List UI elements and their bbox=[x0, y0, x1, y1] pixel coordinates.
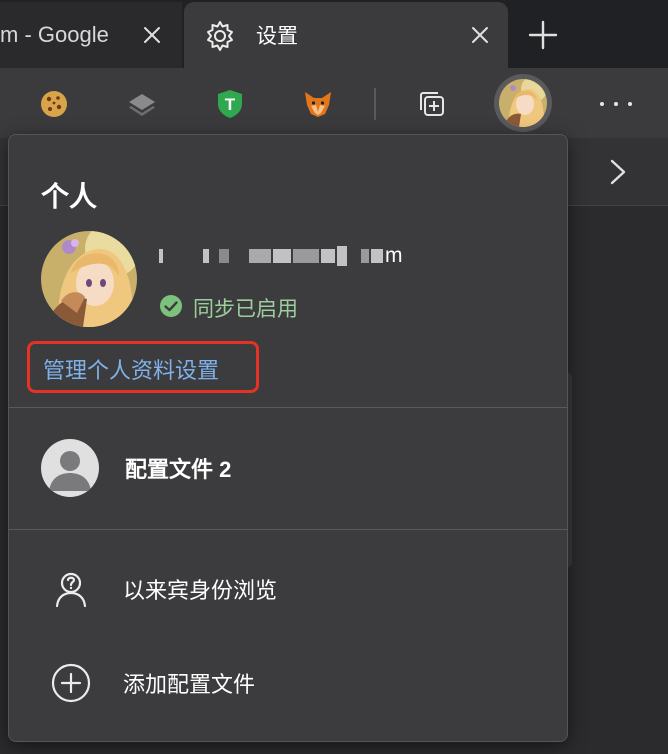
sync-status-text: 同步已启用 bbox=[193, 298, 298, 321]
profile-2-label: 配置文件 2 bbox=[125, 457, 232, 482]
tab-settings[interactable]: 设置 bbox=[184, 2, 508, 68]
layers-icon[interactable] bbox=[126, 88, 158, 120]
tab-title: m - Google bbox=[0, 22, 109, 47]
add-profile-item[interactable]: 添加配置文件 bbox=[49, 661, 255, 705]
dot bbox=[600, 102, 604, 106]
cookie-icon[interactable] bbox=[38, 88, 70, 120]
panel-heading: 个人 bbox=[41, 181, 98, 212]
tab-google[interactable]: m - Google bbox=[0, 2, 182, 68]
add-profile-label: 添加配置文件 bbox=[123, 672, 256, 697]
check-circle-icon bbox=[159, 294, 183, 323]
close-icon[interactable] bbox=[140, 23, 164, 47]
shield-letter: T bbox=[225, 95, 236, 114]
gear-icon bbox=[203, 19, 237, 58]
tab-title: 设置 bbox=[256, 25, 298, 48]
avatar bbox=[41, 231, 137, 327]
redacted-email bbox=[159, 246, 383, 266]
profile-button[interactable] bbox=[494, 74, 552, 132]
toolbar: T bbox=[0, 68, 668, 138]
avatar bbox=[41, 439, 99, 497]
profile-2-item[interactable]: 配置文件 2 bbox=[41, 439, 231, 497]
chevron-right-icon[interactable] bbox=[606, 156, 630, 188]
add-circle-icon bbox=[49, 661, 93, 705]
guest-icon bbox=[49, 567, 93, 611]
manage-profile-link[interactable]: 管理个人资料设置 bbox=[43, 353, 219, 385]
shield-icon[interactable]: T bbox=[214, 88, 246, 120]
browse-as-guest-label: 以来宾身份浏览 bbox=[123, 578, 278, 603]
dot bbox=[614, 102, 618, 106]
avatar bbox=[499, 79, 547, 127]
dot bbox=[628, 102, 632, 106]
toolbar-separator bbox=[374, 88, 376, 120]
plus-icon[interactable] bbox=[526, 18, 560, 52]
tab-strip: m - Google 设置 bbox=[0, 0, 668, 68]
divider bbox=[9, 407, 567, 408]
browse-as-guest-item[interactable]: 以来宾身份浏览 bbox=[49, 567, 277, 611]
more-icon[interactable] bbox=[596, 92, 636, 116]
close-icon[interactable] bbox=[468, 23, 492, 47]
profile-panel: 个人 m 同步已启用 管理个人资料设置 配置文件 2 以来宾身份浏览 添加配置文… bbox=[8, 134, 568, 742]
fox-icon[interactable] bbox=[302, 88, 334, 120]
email-tail: m bbox=[385, 244, 403, 267]
collections-icon[interactable] bbox=[416, 88, 448, 120]
account-email: m bbox=[159, 241, 403, 271]
sync-status: 同步已启用 bbox=[159, 293, 298, 323]
divider bbox=[9, 529, 567, 530]
